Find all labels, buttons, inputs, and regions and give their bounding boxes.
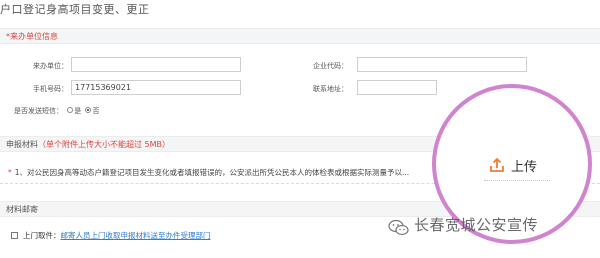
phone-label: 手机号码： [33, 85, 68, 93]
org-code-input[interactable] [357, 57, 527, 72]
pickup-checkbox[interactable] [11, 232, 18, 239]
sms-row: 是否发送短信： 是 否 [14, 106, 99, 116]
pickup-link[interactable]: 邮寄人员上门收取申报材料送至办件受理部门 [61, 231, 211, 240]
sms-radio-no-label: 是 [74, 107, 82, 115]
upload-underline [484, 180, 550, 181]
org-code-label: 企业代码： [313, 62, 348, 70]
upload-button[interactable]: 上传 [511, 156, 537, 175]
section-materials-title: 申报材料 [6, 140, 38, 149]
sms-radio-no[interactable] [67, 107, 74, 113]
sms-radio-yes[interactable] [85, 107, 92, 113]
phone-input[interactable]: 17715369021 [71, 80, 241, 95]
sms-radio-yes-label: 否 [92, 107, 100, 115]
unit-input[interactable] [71, 57, 241, 72]
address-label: 联系地址： [313, 85, 348, 93]
wechat-icon [388, 219, 409, 236]
page-title: 户口登记身高项目变更、更正 [0, 3, 150, 16]
section-unit-header: *来办单位信息 [0, 28, 600, 44]
pickup-row: 上门取件：邮寄人员上门收取申报材料送至办件受理部门 [23, 230, 211, 241]
doc-required-star: * [8, 168, 12, 177]
address-input[interactable] [357, 80, 437, 95]
watermark-text: 长春宽城公安宣传 [414, 216, 539, 234]
pickup-label: 上门取件： [23, 231, 61, 240]
doc-description: 1、对公民因身高等动态户籍登记项目发生变化或者填报错误的，公安派出所凭公民本人的… [14, 168, 410, 177]
upload-icon[interactable] [489, 157, 505, 173]
required-doc-row: * 1、对公民因身高等动态户籍登记项目发生变化或者填报错误的，公安派出所凭公民本人… [8, 167, 409, 178]
section-unit-title: 来办单位信息 [10, 32, 58, 41]
section-mail-title: 材料邮寄 [6, 205, 38, 214]
section-materials-note: （单个附件上传大小不能超过 5MB） [38, 140, 171, 149]
sms-label: 是否发送短信： [14, 107, 63, 115]
unit-label: 来办单位： [33, 62, 68, 70]
